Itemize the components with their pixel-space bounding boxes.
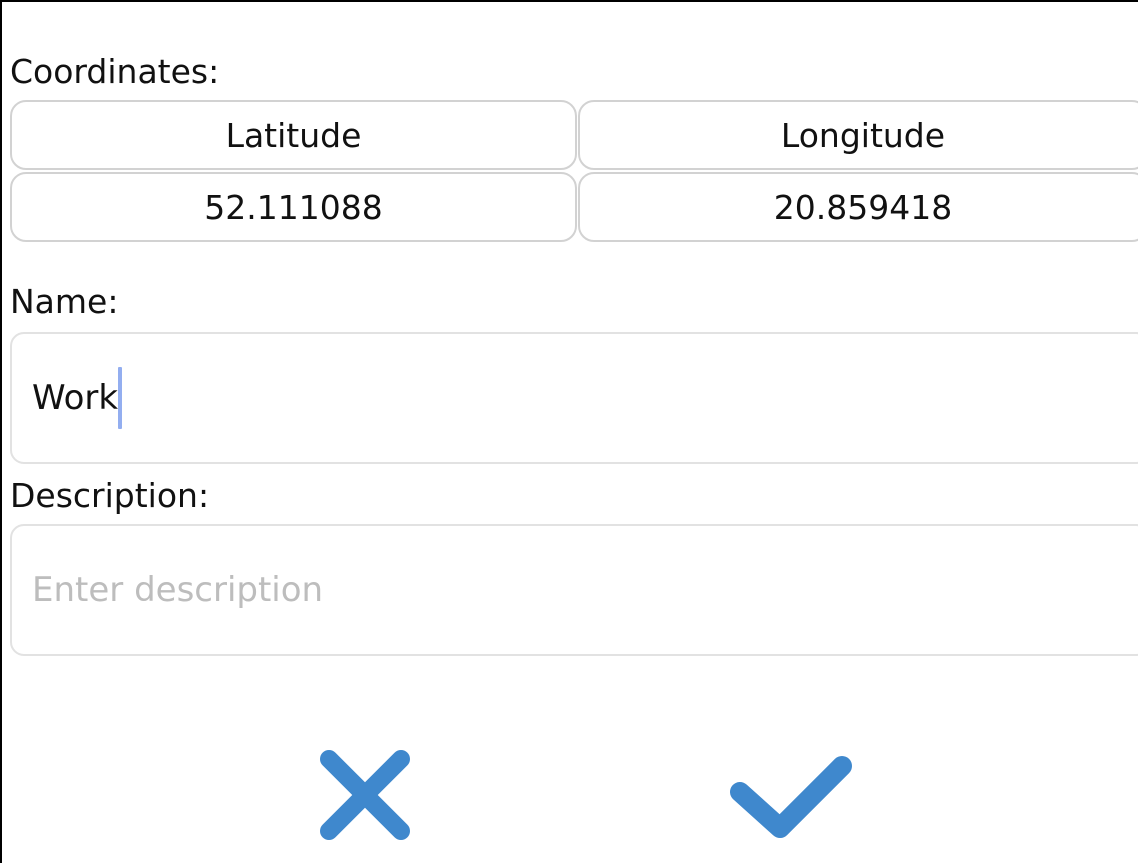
- longitude-value: 20.859418: [578, 172, 1138, 242]
- checkmark-icon: [730, 756, 852, 838]
- description-input[interactable]: Enter description: [10, 524, 1138, 656]
- name-label: Name:: [10, 282, 119, 321]
- confirm-button[interactable]: [720, 740, 860, 850]
- longitude-header: Longitude: [578, 100, 1138, 170]
- text-caret: [118, 367, 123, 429]
- cancel-button[interactable]: [310, 740, 420, 850]
- coordinates-label: Coordinates:: [10, 52, 220, 91]
- name-input-text: Work: [32, 378, 119, 418]
- close-icon: [320, 750, 410, 840]
- name-input[interactable]: Work: [10, 332, 1138, 464]
- description-placeholder: Enter description: [32, 570, 324, 610]
- latitude-header: Latitude: [10, 100, 577, 170]
- name-input-value[interactable]: Work: [32, 367, 123, 429]
- description-label: Description:: [10, 476, 210, 515]
- latitude-value: 52.111088: [10, 172, 577, 242]
